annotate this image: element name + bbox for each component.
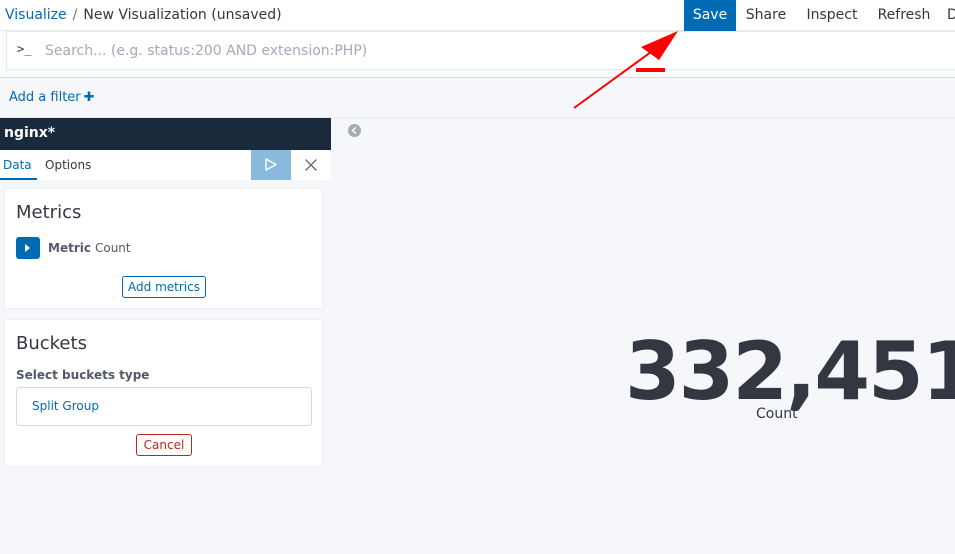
metrics-title: Metrics <box>16 202 82 223</box>
plus-icon: ✚ <box>83 90 95 105</box>
save-button[interactable]: Save <box>684 0 736 31</box>
chevron-left-circle-icon <box>351 127 357 134</box>
filter-bar: Add a filter ✚ <box>0 78 955 118</box>
metric-label: Metric <box>48 241 91 255</box>
top-actions: Save Share Inspect Refresh D <box>684 0 955 31</box>
metric-toggle-button[interactable] <box>16 237 40 259</box>
index-pattern-title: nginx* <box>4 125 56 141</box>
metrics-panel: Metrics Metric Count Add metrics <box>4 188 323 309</box>
query-bar: >_ Search... (e.g. status:200 AND extens… <box>0 31 955 78</box>
add-filter-button[interactable]: Add a filter ✚ <box>9 90 95 105</box>
breadcrumb: Visualize / New Visualization (unsaved) <box>5 7 282 23</box>
inspect-button[interactable]: Inspect <box>796 0 868 31</box>
breadcrumb-visualize-link[interactable]: Visualize <box>5 7 67 23</box>
apply-changes-button[interactable] <box>251 150 291 180</box>
discard-changes-button[interactable] <box>291 150 331 180</box>
search-placeholder: Search... (e.g. status:200 AND extension… <box>45 43 368 59</box>
breadcrumb-separator: / <box>72 7 78 23</box>
cancel-button[interactable]: Cancel <box>136 434 192 456</box>
tab-options[interactable]: Options <box>45 158 91 172</box>
breadcrumb-current-page: New Visualization (unsaved) <box>83 7 282 23</box>
tab-data[interactable]: Data <box>3 158 32 172</box>
date-picker-button[interactable]: D <box>940 0 955 31</box>
select-buckets-type-label: Select buckets type <box>16 368 150 382</box>
collapse-sidebar-button[interactable] <box>348 124 361 137</box>
visualize-app: Visualize / New Visualization (unsaved) Sa… <box>0 0 955 554</box>
metric-aggregation-value: Count <box>94 241 131 255</box>
search-input[interactable]: >_ Search... (e.g. status:200 AND extens… <box>6 31 955 70</box>
bucket-type-option[interactable]: Split Group <box>16 387 312 426</box>
metric-label-text: Metric <box>48 241 91 255</box>
buckets-panel: Buckets Select buckets type Split Group … <box>4 319 323 467</box>
share-button[interactable]: Share <box>736 0 796 31</box>
close-icon <box>305 159 317 171</box>
caret-right-icon <box>25 244 30 252</box>
top-navigation-bar: Visualize / New Visualization (unsaved) Sa… <box>0 0 955 31</box>
metric-caption: Count <box>756 406 798 422</box>
index-pattern-header: nginx* <box>0 118 331 150</box>
metric-count-row: Metric Count <box>16 237 131 259</box>
visualization-editor-sidebar: nginx* Data Options Metrics Metric Count… <box>0 118 331 554</box>
play-icon <box>265 158 277 171</box>
refresh-button[interactable]: Refresh <box>868 0 940 31</box>
split-group-option: Split Group <box>32 399 99 413</box>
visualization-canvas: 332,451 Count <box>331 118 955 554</box>
buckets-title: Buckets <box>16 333 87 354</box>
add-filter-label: Add a filter <box>9 90 81 105</box>
active-tab-indicator <box>0 178 37 180</box>
add-metrics-button[interactable]: Add metrics <box>122 276 206 298</box>
terminal-prompt-icon: >_ <box>17 42 32 56</box>
